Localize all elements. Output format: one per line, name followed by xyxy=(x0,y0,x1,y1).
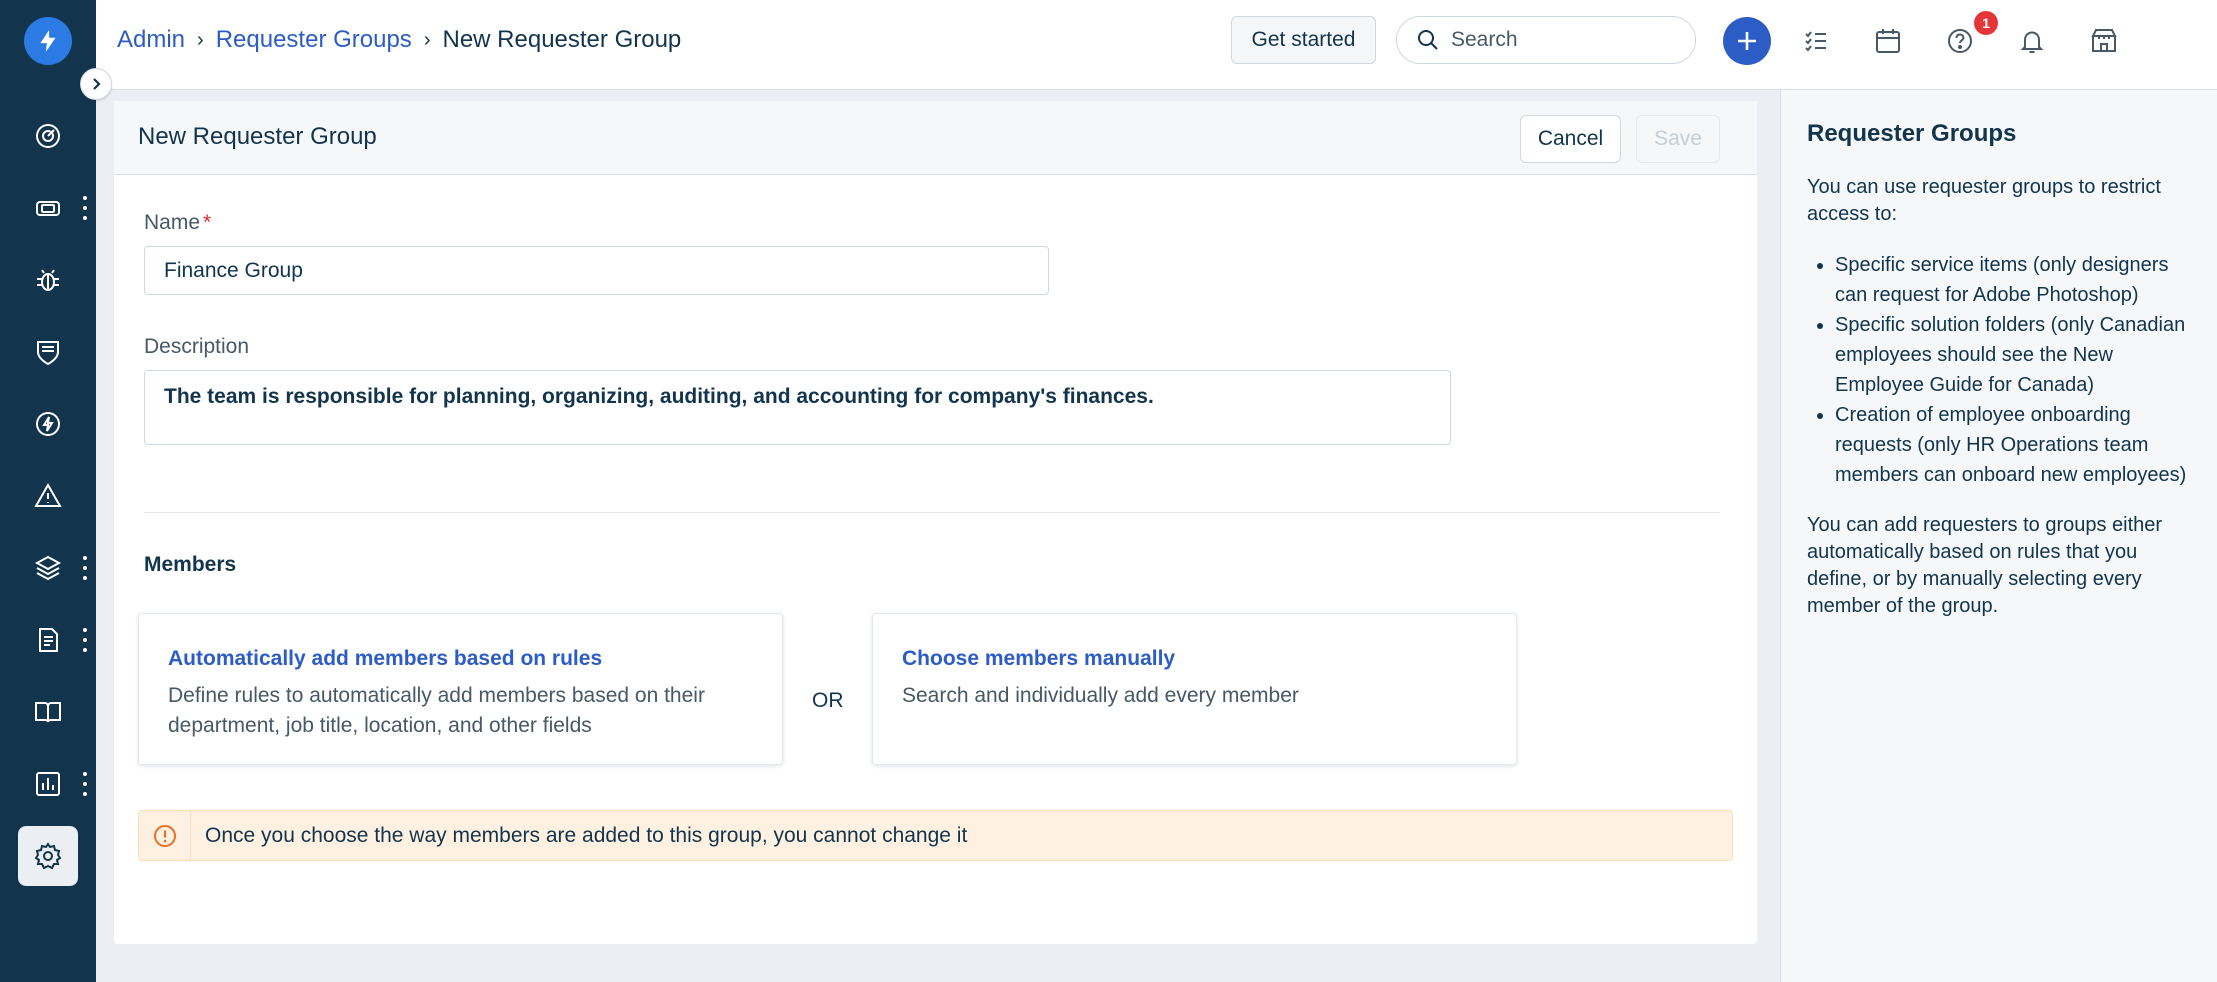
assets-more-icon[interactable] xyxy=(82,556,88,580)
manual-members-description: Search and individually add every member xyxy=(902,684,1299,707)
help-intro: You can use requester groups to restrict… xyxy=(1807,176,2161,225)
warning-circle-icon xyxy=(153,824,176,847)
auto-add-members-option[interactable]: Automatically add members based on rules… xyxy=(138,613,783,765)
manual-members-title[interactable]: Choose members manually xyxy=(902,647,1487,671)
admin-settings-icon[interactable] xyxy=(18,826,78,886)
assets-icon[interactable] xyxy=(18,538,78,598)
tickets-icon[interactable] xyxy=(18,178,78,238)
breadcrumb-separator-icon: › xyxy=(197,28,204,51)
save-button[interactable]: Save xyxy=(1636,115,1720,163)
left-nav-rail xyxy=(0,0,96,982)
cancel-button[interactable]: Cancel xyxy=(1520,115,1621,163)
help-notification-badge: 1 xyxy=(1974,11,1998,35)
global-search[interactable] xyxy=(1396,16,1696,64)
alerts-icon[interactable] xyxy=(18,466,78,526)
new-requester-group-form: New Requester Group Cancel Save Name * Fi… xyxy=(114,101,1757,944)
help-panel: Requester Groups You can use requester g… xyxy=(1780,90,2217,982)
chevron-right-icon xyxy=(93,78,101,90)
calendar-icon[interactable] xyxy=(1865,18,1911,64)
help-title: Requester Groups xyxy=(1807,120,2017,147)
auto-add-title[interactable]: Automatically add members based on rules xyxy=(168,647,753,671)
reports-more-icon[interactable] xyxy=(82,772,88,796)
top-header: Admin › Requester Groups › New Requester… xyxy=(96,0,2217,90)
reports-icon[interactable] xyxy=(18,754,78,814)
auto-add-description: Define rules to automatically add member… xyxy=(168,684,705,737)
releases-icon[interactable] xyxy=(18,394,78,454)
warning-text: Once you choose the way members are adde… xyxy=(205,823,968,847)
required-marker: * xyxy=(203,211,212,234)
description-label: Description xyxy=(144,335,250,358)
manual-members-option[interactable]: Choose members manually Search and indiv… xyxy=(872,613,1517,765)
members-label: Members xyxy=(144,553,237,576)
store-icon[interactable] xyxy=(2081,18,2127,64)
contracts-icon[interactable] xyxy=(18,610,78,670)
help-outro: You can add requesters to groups either … xyxy=(1807,514,2163,617)
description-field[interactable]: The team is responsible for planning, or… xyxy=(144,370,1451,445)
lightning-icon xyxy=(40,30,56,52)
warning-icon-cell xyxy=(139,811,191,860)
changes-icon[interactable] xyxy=(18,322,78,382)
help-list: Specific service items (only designers c… xyxy=(1835,250,2202,490)
help-list-item: Creation of employee onboarding requests… xyxy=(1835,400,2202,490)
solutions-icon[interactable] xyxy=(18,682,78,742)
name-label-text: Name xyxy=(144,211,201,234)
search-icon xyxy=(1418,30,1438,50)
notifications-bell-icon[interactable] xyxy=(2009,18,2055,64)
name-label: Name * xyxy=(144,211,211,235)
breadcrumb-requester-groups[interactable]: Requester Groups xyxy=(216,26,412,54)
warning-banner: Once you choose the way members are adde… xyxy=(138,810,1733,861)
tickets-more-icon[interactable] xyxy=(82,196,88,220)
search-input[interactable] xyxy=(1451,28,1671,52)
problems-icon[interactable] xyxy=(18,250,78,310)
get-started-button[interactable]: Get started xyxy=(1231,16,1376,64)
form-header: New Requester Group Cancel Save xyxy=(114,101,1757,175)
expand-sidebar-button[interactable] xyxy=(80,68,112,100)
contracts-more-icon[interactable] xyxy=(82,628,88,652)
todo-icon[interactable] xyxy=(1793,18,1839,64)
breadcrumb: Admin › Requester Groups › New Requester… xyxy=(117,26,681,54)
or-separator: OR xyxy=(812,689,844,712)
help-list-item: Specific service items (only designers c… xyxy=(1835,250,2202,310)
new-item-button[interactable] xyxy=(1723,17,1771,65)
name-field[interactable]: Finance Group xyxy=(144,246,1049,295)
dashboard-icon[interactable] xyxy=(18,106,78,166)
app-logo[interactable] xyxy=(24,17,72,65)
breadcrumb-admin[interactable]: Admin xyxy=(117,26,185,54)
plus-icon xyxy=(1738,32,1756,50)
section-divider xyxy=(144,512,1720,513)
form-title: New Requester Group xyxy=(138,123,377,150)
breadcrumb-separator-icon: › xyxy=(423,28,431,51)
help-list-item: Specific solution folders (only Canadian… xyxy=(1835,310,2202,400)
breadcrumb-current: New Requester Group xyxy=(442,26,682,53)
